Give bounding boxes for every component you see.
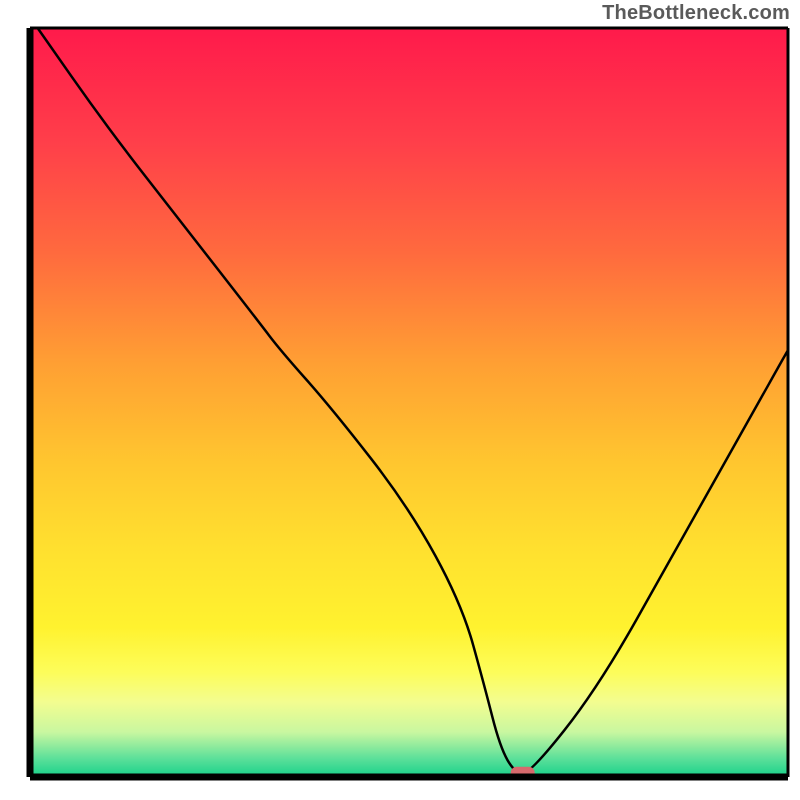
- bottleneck-chart: [0, 0, 800, 800]
- plot-area: [30, 28, 788, 780]
- plot-background: [30, 28, 788, 777]
- chart-container: TheBottleneck.com: [0, 0, 800, 800]
